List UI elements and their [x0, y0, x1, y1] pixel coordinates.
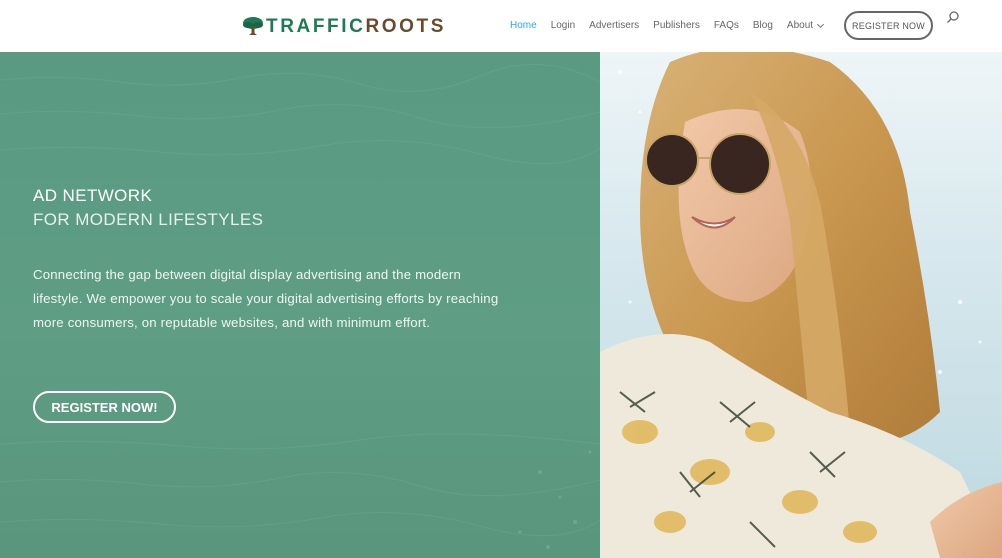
nav-publishers[interactable]: Publishers	[653, 21, 700, 31]
traffic-roots-logo[interactable]: TRAFFICROOTS	[242, 13, 446, 39]
nav-login[interactable]: Login	[551, 21, 575, 31]
logo-text-roots: ROOTS	[365, 15, 447, 37]
logo-text-traffic: TRAFFIC	[266, 15, 366, 37]
nav-advertisers[interactable]: Advertisers	[589, 21, 639, 31]
hero-description: Connecting the gap between digital displ…	[33, 267, 499, 330]
hero-text-panel: AD NETWORK FOR MODERN LIFESTYLES Connect…	[0, 52, 600, 558]
woman-with-sunglasses-image	[600, 52, 1002, 558]
site-header: TRAFFICROOTS Home Login Advertisers Publ…	[0, 0, 1002, 52]
hero-photo	[600, 52, 1002, 558]
hero-heading-line1: AD NETWORK	[33, 186, 153, 205]
search-icon[interactable]	[946, 10, 960, 24]
main-nav: Home Login Advertisers Publishers FAQs B…	[510, 0, 837, 52]
hero-section: AD NETWORK FOR MODERN LIFESTYLES Connect…	[0, 52, 1002, 558]
nav-blog[interactable]: Blog	[753, 21, 773, 31]
tree-logo-icon	[243, 17, 263, 35]
nav-about-label: About	[786, 20, 814, 31]
register-now-header-button[interactable]: REGISTER NOW	[844, 11, 933, 40]
nav-home[interactable]: Home	[510, 21, 537, 31]
nav-about[interactable]: About	[786, 20, 825, 31]
nav-faqs[interactable]: FAQs	[714, 21, 739, 31]
register-now-cta-button[interactable]: REGISTER NOW!	[33, 391, 176, 423]
logo-wordmark: TRAFFICROOTS	[266, 17, 446, 36]
hero-heading-line2: FOR MODERN LIFESTYLES	[33, 210, 264, 229]
chevron-down-icon	[817, 20, 825, 29]
